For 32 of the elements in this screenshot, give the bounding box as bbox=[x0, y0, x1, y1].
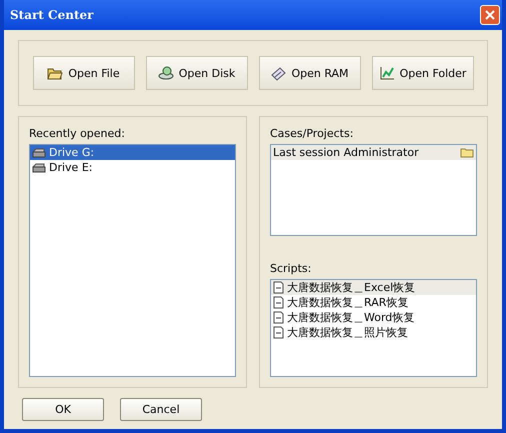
list-item[interactable]: 大唐数据恢复＿Excel恢复 bbox=[271, 280, 476, 295]
chart-icon bbox=[378, 65, 395, 81]
drive-icon bbox=[32, 162, 46, 172]
window-title: Start Center bbox=[10, 8, 94, 22]
close-button[interactable] bbox=[480, 5, 500, 25]
dialog-button[interactable]: Cancel bbox=[120, 398, 202, 421]
script-icon bbox=[273, 296, 284, 309]
script-icon bbox=[273, 326, 284, 339]
list-label: Cases/Projects: bbox=[270, 127, 354, 140]
list-item[interactable]: Drive G: bbox=[30, 145, 235, 160]
list-label: Recently opened: bbox=[29, 127, 126, 140]
dialog-button[interactable]: OK bbox=[22, 398, 104, 421]
list-item[interactable]: Last session Administrator bbox=[271, 145, 476, 160]
list-item[interactable]: Drive E: bbox=[30, 160, 235, 175]
script-icon bbox=[273, 281, 284, 294]
list-item[interactable]: 大唐数据恢复＿RAR恢复 bbox=[271, 295, 476, 310]
disk-icon bbox=[158, 65, 174, 81]
folder-icon bbox=[460, 147, 474, 158]
list-item[interactable]: 大唐数据恢复＿照片恢复 bbox=[271, 325, 476, 340]
open-button[interactable]: Open Disk bbox=[146, 56, 248, 90]
open-button[interactable]: Open File bbox=[32, 56, 134, 90]
open-button[interactable]: Open Folder bbox=[372, 56, 474, 90]
list-label: Scripts: bbox=[270, 262, 312, 275]
cases-list[interactable]: Last session Administrator bbox=[270, 144, 477, 236]
list-item[interactable]: 大唐数据恢复＿Word恢复 bbox=[271, 310, 476, 325]
scripts-list[interactable]: 大唐数据恢复＿Excel恢复 大唐数据恢复＿RAR恢复 大唐数据恢复＿Word恢复 大唐数据恢复＿照片恢复 bbox=[270, 279, 477, 377]
recent-list[interactable]: Drive G: Drive E: bbox=[29, 144, 236, 377]
close-icon bbox=[485, 10, 495, 20]
script-icon bbox=[273, 311, 284, 324]
memory-chip-icon bbox=[270, 65, 286, 81]
open-button[interactable]: Open RAM bbox=[258, 56, 360, 90]
drive-icon bbox=[32, 148, 46, 158]
